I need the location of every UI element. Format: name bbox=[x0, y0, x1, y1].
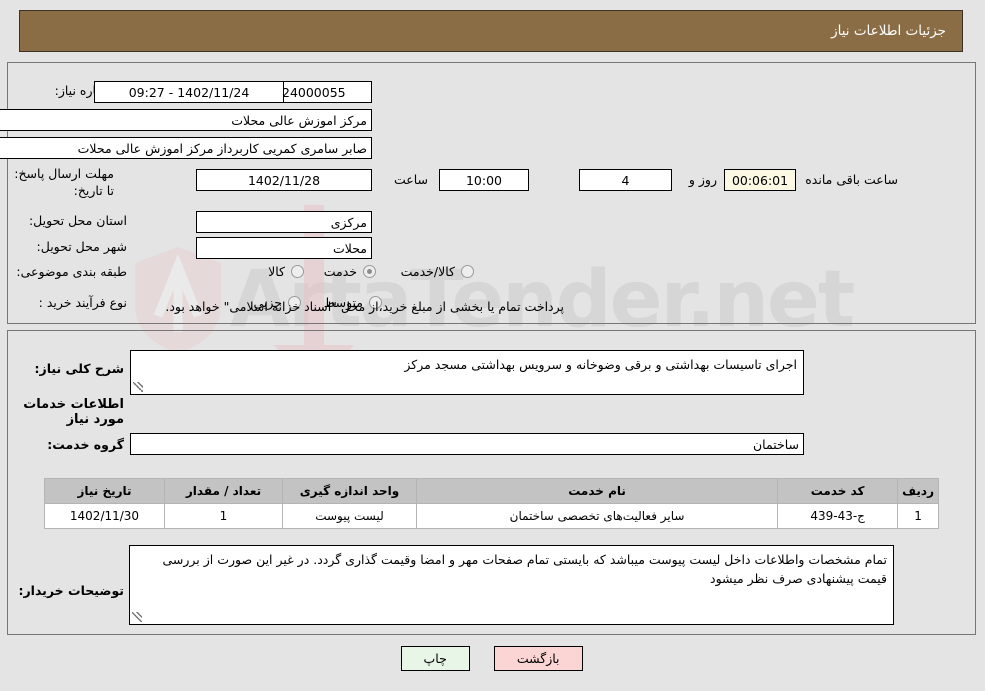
request-creator-field[interactable]: صابر سامری کمریی کاربرداز مرکز اموزش عال… bbox=[0, 137, 373, 159]
radio-icon-kala[interactable] bbox=[292, 265, 305, 278]
page-title: جزئیات اطلاعات نیاز bbox=[832, 23, 947, 39]
category-option-kala-khedmat[interactable]: کالا/خدمت bbox=[402, 264, 475, 279]
radio-icon-khedmat[interactable] bbox=[364, 265, 377, 278]
category-option-khedmat[interactable]: خدمت bbox=[325, 264, 377, 279]
table-header-row: ردیف کد خدمت نام خدمت واحد اندازه گیری ت… bbox=[45, 478, 940, 504]
category-label: طبقه بندی موضوعی: bbox=[17, 264, 128, 279]
col-unit: واحد اندازه گیری bbox=[283, 478, 418, 504]
service-group-label: گروه خدمت: bbox=[48, 437, 125, 452]
cell-unit: لیست پیوست bbox=[283, 503, 418, 529]
table-row[interactable]: 1 ج-43-439 سایر فعالیت‌های تخصصی ساختمان… bbox=[45, 503, 940, 529]
tender-details-page: ArtaTender.net جزئیات اطلاعات نیاز شماره… bbox=[0, 0, 985, 691]
services-table: ردیف کد خدمت نام خدمت واحد اندازه گیری ت… bbox=[45, 478, 940, 529]
services-table-wrap: ردیف کد خدمت نام خدمت واحد اندازه گیری ت… bbox=[45, 478, 940, 529]
process-label-wrap: نوع فرآیند خرید : bbox=[40, 295, 128, 310]
province-label-wrap: استان محل تحویل: bbox=[30, 213, 128, 228]
cell-qty: 1 bbox=[165, 503, 284, 529]
category-option-kala[interactable]: کالا bbox=[269, 264, 305, 279]
deadline-days-field[interactable]: 4 bbox=[580, 169, 673, 191]
back-button[interactable]: بازگشت bbox=[494, 646, 584, 671]
page-title-bar: جزئیات اطلاعات نیاز bbox=[20, 10, 964, 52]
category-label-wrap: طبقه بندی موضوعی: bbox=[17, 264, 128, 279]
radio-icon-kala-khedmat[interactable] bbox=[462, 265, 475, 278]
deadline-label-wrap: مهلت ارسال پاسخ: تا تاریخ: bbox=[5, 166, 115, 200]
category-option-kala-khedmat-label: کالا/خدمت bbox=[401, 264, 456, 279]
services-section-heading: اطلاعات خدمات مورد نیاز bbox=[24, 397, 125, 427]
service-group-field[interactable]: ساختمان bbox=[131, 433, 805, 455]
col-name: نام خدمت bbox=[416, 478, 780, 504]
cell-need-date: 1402/11/30 bbox=[45, 503, 166, 529]
delivery-province-field[interactable]: مرکزی bbox=[197, 211, 373, 233]
general-description-textarea[interactable]: اجرای تاسیسات بهداشتی و برقی وضوخانه و س… bbox=[131, 350, 805, 395]
col-need-date: تاریخ نیاز bbox=[45, 478, 166, 504]
print-button[interactable]: چاپ bbox=[401, 646, 471, 671]
deadline-date-field[interactable]: 1402/11/28 bbox=[197, 169, 373, 191]
purchase-process-label: نوع فرآیند خرید : bbox=[39, 295, 128, 310]
footer-actions: بازگشت چاپ bbox=[0, 646, 985, 671]
category-option-kala-label: کالا bbox=[269, 264, 286, 279]
col-code: کد خدمت bbox=[778, 478, 900, 504]
cell-name: سایر فعالیت‌های تخصصی ساختمان bbox=[416, 503, 780, 529]
treasury-note: پرداخت تمام یا بخشی از مبلغ خرید،از محل … bbox=[166, 299, 565, 314]
deadline-hour-field[interactable]: 10:00 bbox=[440, 169, 530, 191]
buyer-org-field[interactable]: مرکز اموزش عالی محلات bbox=[0, 109, 373, 131]
countdown-field[interactable]: 00:06:01 bbox=[725, 169, 797, 191]
deadline-hour-label: ساعت bbox=[394, 172, 429, 187]
deadline-label: مهلت ارسال پاسخ: تا تاریخ: bbox=[15, 166, 115, 198]
cell-radif: 1 bbox=[898, 503, 940, 529]
delivery-province-label: استان محل تحویل: bbox=[29, 213, 128, 228]
general-description-label: شرح کلی نیاز: bbox=[35, 361, 125, 376]
announce-datetime-field[interactable]: 1402/11/24 - 09:27 bbox=[95, 81, 285, 103]
buyer-notes-textarea[interactable]: تمام مشخصات واطلاعات داخل لیست پیوست میب… bbox=[130, 545, 895, 625]
col-radif: ردیف bbox=[898, 478, 940, 504]
buyer-notes-label: توضیحات خریدار: bbox=[19, 583, 125, 598]
deadline-days-label: روز و bbox=[689, 172, 718, 187]
countdown-label: ساعت باقی مانده bbox=[806, 172, 899, 187]
category-option-khedmat-label: خدمت bbox=[324, 264, 358, 279]
cell-code: ج-43-439 bbox=[778, 503, 900, 529]
col-qty: تعداد / مقدار bbox=[165, 478, 284, 504]
city-label-wrap: شهر محل تحویل: bbox=[38, 239, 128, 254]
delivery-city-label: شهر محل تحویل: bbox=[37, 239, 128, 254]
delivery-city-field[interactable]: محلات bbox=[197, 237, 373, 259]
